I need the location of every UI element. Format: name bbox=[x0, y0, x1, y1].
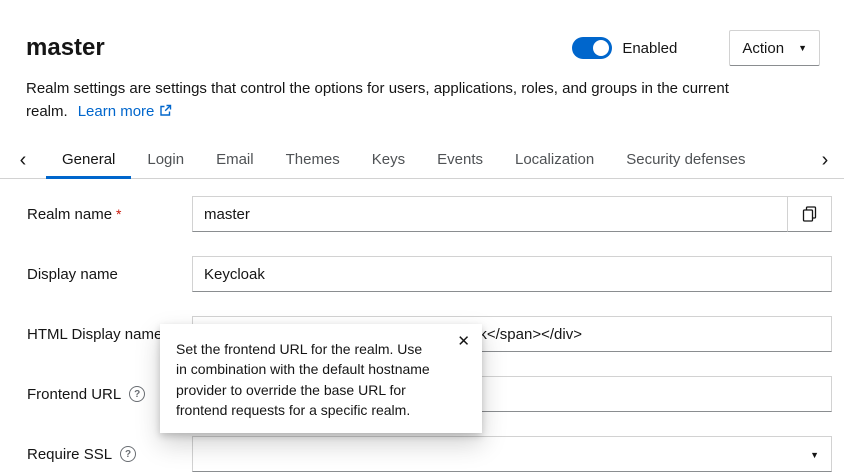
tab-keys[interactable]: Keys bbox=[356, 141, 421, 178]
chevron-left-icon: ‹ bbox=[20, 149, 27, 171]
caret-down-icon: ▼ bbox=[810, 451, 819, 460]
require-ssl-row: Require SSL ? ▼ bbox=[27, 436, 832, 472]
tabs-scroll-right-button[interactable]: › bbox=[806, 141, 844, 178]
realm-name-row: Realm name * bbox=[27, 196, 832, 232]
display-name-label: Display name bbox=[27, 266, 192, 283]
require-ssl-select[interactable]: ▼ bbox=[192, 436, 832, 472]
require-ssl-label: Require SSL ? bbox=[27, 446, 192, 463]
tab-general[interactable]: General bbox=[46, 141, 131, 178]
realm-settings-tabs: ‹ General Login Email Themes Keys Events… bbox=[0, 141, 844, 179]
copy-button[interactable] bbox=[787, 196, 832, 232]
realm-name-label-text: Realm name bbox=[27, 206, 112, 223]
close-icon[interactable]: ✕ bbox=[457, 332, 470, 350]
caret-down-icon: ▼ bbox=[798, 44, 807, 53]
page-header: master Enabled Action ▼ Realm settings a… bbox=[0, 0, 844, 123]
realm-name-input[interactable] bbox=[192, 196, 787, 232]
frontend-url-label-text: Frontend URL bbox=[27, 386, 121, 403]
enabled-toggle-group: Enabled bbox=[572, 37, 677, 59]
tab-email[interactable]: Email bbox=[200, 141, 270, 178]
enabled-toggle[interactable] bbox=[572, 37, 612, 59]
chevron-right-icon: › bbox=[822, 149, 829, 171]
learn-more-label: Learn more bbox=[78, 103, 155, 120]
page-title: master bbox=[26, 34, 105, 63]
display-name-input[interactable] bbox=[192, 256, 832, 292]
html-display-name-label-text: HTML Display name bbox=[27, 326, 162, 343]
toggle-knob-icon bbox=[593, 40, 609, 56]
required-indicator: * bbox=[116, 206, 121, 222]
require-ssl-label-text: Require SSL bbox=[27, 446, 112, 463]
action-label: Action bbox=[742, 40, 784, 57]
tab-events[interactable]: Events bbox=[421, 141, 499, 178]
realm-description: Realm settings are settings that control… bbox=[26, 78, 808, 123]
realm-settings-page: master Enabled Action ▼ Realm settings a… bbox=[0, 0, 844, 472]
action-dropdown[interactable]: Action ▼ bbox=[729, 30, 820, 66]
enabled-label: Enabled bbox=[622, 40, 677, 57]
help-icon[interactable]: ? bbox=[129, 386, 145, 402]
learn-more-link[interactable]: Learn more bbox=[78, 103, 173, 120]
realm-name-input-group bbox=[192, 196, 832, 232]
tab-login[interactable]: Login bbox=[131, 141, 200, 178]
copy-icon bbox=[802, 206, 817, 222]
help-icon[interactable]: ? bbox=[120, 446, 136, 462]
realm-name-label: Realm name * bbox=[27, 206, 192, 223]
popover-text: Set the frontend URL for the realm. Use … bbox=[176, 339, 434, 420]
header-row: master Enabled Action ▼ bbox=[26, 30, 820, 66]
tabs-scroll-left-button[interactable]: ‹ bbox=[0, 141, 46, 178]
display-name-label-text: Display name bbox=[27, 266, 118, 283]
external-link-icon bbox=[159, 104, 172, 117]
display-name-row: Display name bbox=[27, 256, 832, 292]
tab-themes[interactable]: Themes bbox=[270, 141, 356, 178]
frontend-url-popover: ✕ Set the frontend URL for the realm. Us… bbox=[160, 324, 482, 433]
tab-security-defenses[interactable]: Security defenses bbox=[610, 141, 761, 178]
tab-localization[interactable]: Localization bbox=[499, 141, 610, 178]
